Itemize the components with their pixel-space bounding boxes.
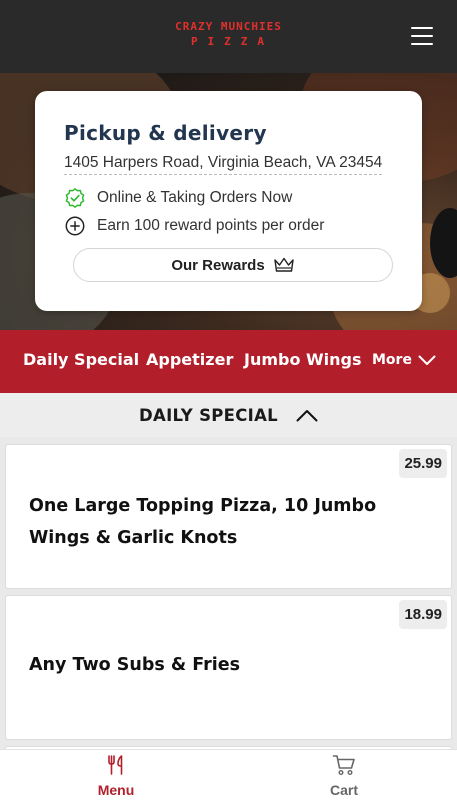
brand-name: CRAZY MUNCHIES [175,20,282,33]
item-name: Any Two Subs & Fries [29,655,240,675]
nav-tab-menu[interactable]: Menu [76,754,156,798]
hamburger-icon[interactable] [411,27,433,45]
item-price: 18.99 [399,600,447,629]
menu-item-list: 25.99 One Large Topping Pizza, 10 Jumbo … [0,437,457,800]
plus-circle-icon [65,216,85,236]
check-badge-icon [65,188,85,208]
menu-item[interactable]: 25.99 One Large Topping Pizza, 10 Jumbo … [5,444,452,589]
nav-tab-cart[interactable]: Cart [304,754,384,798]
fork-knife-icon [108,755,123,775]
our-rewards-button[interactable]: Our Rewards [73,248,393,282]
order-status-row: Online & Taking Orders Now [64,187,292,209]
chevron-down-icon [418,355,436,365]
item-name: One Large Topping Pizza, 10 Jumbo Wings … [29,496,377,548]
chevron-up-icon [296,409,318,421]
nav-cart-label: Cart [329,782,358,798]
info-title: Pickup & delivery [64,121,267,145]
crown-icon [273,257,294,272]
section-title: DAILY SPECIAL [139,405,278,425]
more-label: More [372,352,412,368]
section-header-daily-special[interactable]: DAILY SPECIAL [0,393,457,437]
nav-menu-label: Menu [97,782,135,798]
category-appetizer[interactable]: Appetizer [146,350,233,369]
category-jumbo-wings[interactable]: Jumbo Wings [244,350,362,369]
top-bar: CRAZY MUNCHIES PIZZA [0,0,457,73]
category-daily-special[interactable]: Daily Special [23,350,139,369]
pickup-delivery-card: Pickup & delivery 1405 Harpers Road, Vir… [35,91,422,311]
rewards-info-text: Earn 100 reward points per order [97,217,325,234]
cart-icon [332,755,355,776]
rewards-info-row: Earn 100 reward points per order [64,215,324,237]
order-status-text: Online & Taking Orders Now [97,189,293,206]
category-more[interactable]: More [372,352,436,368]
menu-item[interactable]: 18.99 Any Two Subs & Fries [5,595,452,740]
item-price: 25.99 [399,449,447,478]
category-nav: Daily Special Appetizer Jumbo Wings More [0,330,457,393]
store-address[interactable]: 1405 Harpers Road, Virginia Beach, VA 23… [64,154,383,175]
brand-subtitle: PIZZA [190,35,275,48]
bottom-nav: Menu Cart [0,749,457,800]
brand-logo[interactable]: CRAZY MUNCHIES PIZZA [0,20,457,50]
our-rewards-label: Our Rewards [171,256,265,274]
